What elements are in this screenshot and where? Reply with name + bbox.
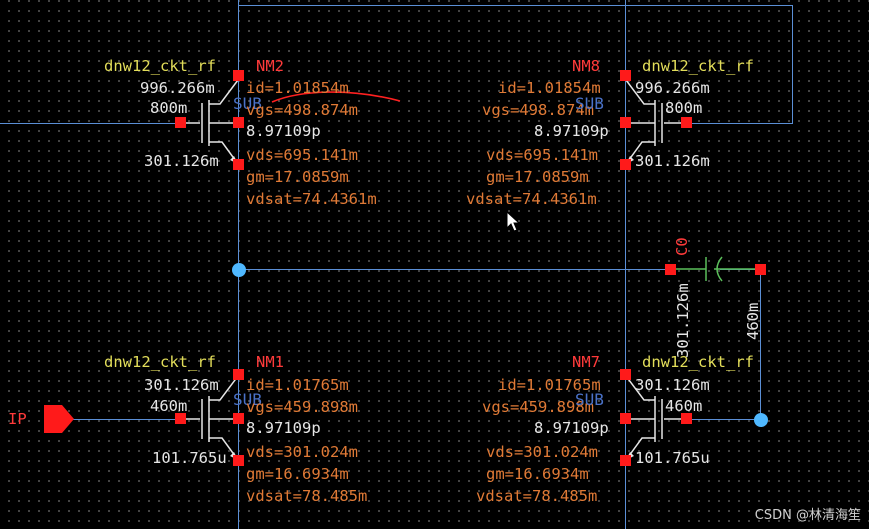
nm1-drain-voltage: 301.126m — [144, 376, 219, 394]
watermark: CSDN @林清海笙 — [754, 508, 861, 523]
pin-nm8-source[interactable] — [620, 159, 631, 170]
pin-nm2-body[interactable] — [233, 117, 244, 128]
nm2-gm: gm=17.0859m — [246, 168, 349, 186]
nm8-source-voltage: 301.126m — [635, 152, 710, 170]
nm7-source-voltage: 101.765u — [635, 449, 710, 467]
nm8-model: dnw12_ckt_rf — [642, 57, 754, 75]
nm2-vds: vds=695.141m — [246, 146, 358, 164]
pin-nm2-gate[interactable] — [175, 117, 186, 128]
nm1-source-voltage: 101.765u — [152, 449, 227, 467]
nm7-gm: gm=16.6934m — [486, 465, 589, 483]
pin-nm1-drain[interactable] — [233, 369, 244, 380]
nm2-gate-voltage: 800m — [150, 99, 188, 117]
nm2-vdsat: vdsat=74.4361m — [246, 190, 377, 208]
nm2-vgs: vgs=498.874m — [246, 101, 358, 119]
c0-instance-name[interactable]: C0 — [673, 237, 691, 256]
nm1-vgs: vgs=459.898m — [246, 398, 358, 416]
nm7-cap: 8.97109p — [534, 419, 609, 437]
nm2-cap: 8.97109p — [246, 122, 321, 140]
nm7-drain-voltage: 301.126m — [635, 376, 710, 394]
nm1-vdsat: vdsat=78.485m — [246, 487, 368, 505]
pin-nm8-gate[interactable] — [681, 117, 692, 128]
nm8-gm: gm=17.0859m — [486, 168, 589, 186]
pin-c0-left[interactable] — [665, 264, 676, 275]
pin-nm1-body[interactable] — [233, 413, 244, 424]
nm8-gate-voltage: 800m — [665, 99, 703, 117]
nm2-source-voltage: 301.126m — [144, 152, 219, 170]
nm8-vds: vds=695.141m — [486, 146, 598, 164]
pin-nm2-source[interactable] — [233, 159, 244, 170]
nm8-cap: 8.97109p — [534, 122, 609, 140]
input-pin-label: IP — [8, 410, 27, 428]
junction-dot-mid[interactable] — [232, 263, 246, 277]
mosfet-symbols — [180, 79, 760, 461]
input-pin-arrow-icon[interactable] — [44, 405, 76, 435]
nm8-bulk-label: SUB — [575, 94, 604, 113]
schematic-canvas[interactable]: IP dnw12_ckt_rf NM2 996.266m id=1.01854m… — [0, 0, 869, 529]
nm1-vds: vds=301.024m — [246, 443, 358, 461]
c0-right-voltage: 460m — [744, 302, 762, 340]
nm2-model: dnw12_ckt_rf — [104, 57, 216, 75]
nm7-vdsat: vdsat=78.485m — [476, 487, 598, 505]
pin-nm7-body[interactable] — [620, 413, 631, 424]
nm7-vds: vds=301.024m — [486, 443, 598, 461]
nm7-instance-name[interactable]: NM7 — [572, 353, 600, 371]
nm1-model: dnw12_ckt_rf — [104, 353, 216, 371]
pin-nm8-body[interactable] — [620, 117, 631, 128]
nm2-instance-name[interactable]: NM2 — [256, 57, 284, 75]
pin-nm7-source[interactable] — [620, 455, 631, 466]
nm1-cap: 8.97109p — [246, 419, 321, 437]
nm7-gate-voltage: 460m — [665, 397, 703, 415]
nm7-bulk-label: SUB — [575, 390, 604, 409]
pin-nm1-source[interactable] — [233, 455, 244, 466]
junction-dot-right[interactable] — [754, 413, 768, 427]
nm8-instance-name[interactable]: NM8 — [572, 57, 600, 75]
pin-c0-right[interactable] — [755, 264, 766, 275]
nm1-gm: gm=16.6934m — [246, 465, 349, 483]
pin-nm2-drain[interactable] — [233, 70, 244, 81]
nm1-gate-voltage: 460m — [150, 397, 188, 415]
c0-left-voltage: 301.126m — [674, 283, 692, 358]
nm7-model: dnw12_ckt_rf — [642, 353, 754, 371]
nm1-instance-name[interactable]: NM1 — [256, 353, 284, 371]
pin-nm7-drain[interactable] — [620, 369, 631, 380]
nm8-drain-voltage: 996.266m — [635, 79, 710, 97]
nm8-vdsat: vdsat=74.4361m — [466, 190, 597, 208]
nm2-drain-voltage: 996.266m — [140, 79, 215, 97]
pin-nm8-drain[interactable] — [620, 70, 631, 81]
